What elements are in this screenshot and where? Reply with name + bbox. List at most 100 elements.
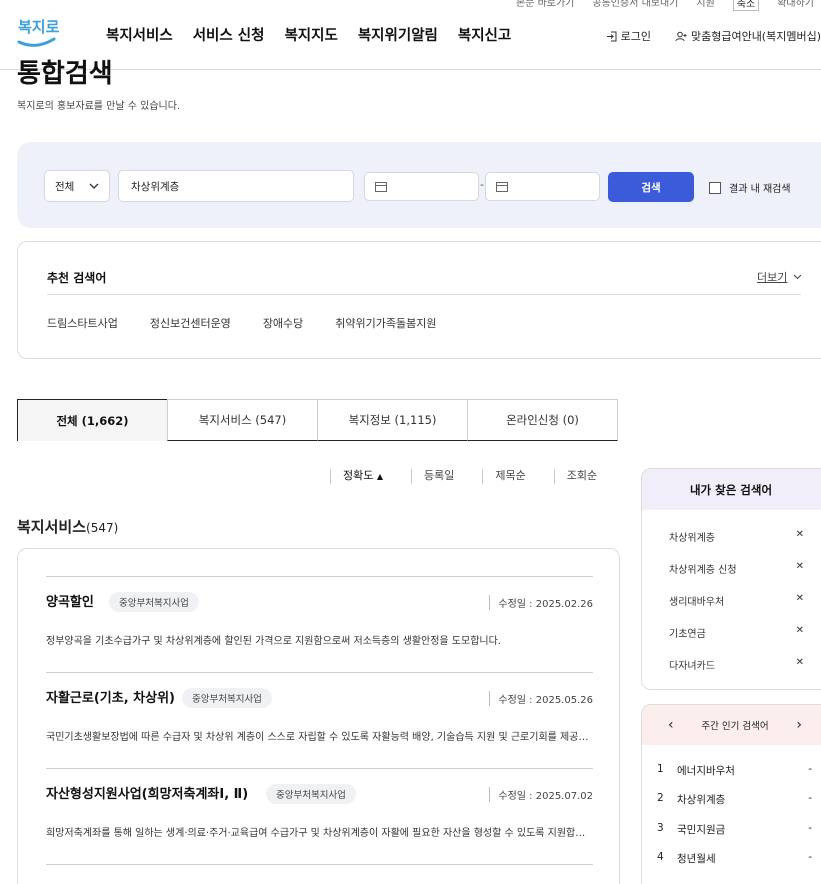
search-input[interactable]: 차상위계층	[118, 170, 354, 202]
header-right: 로그인 맞춤형급여안내(복지멤버십)	[606, 28, 821, 44]
recommended-tag[interactable]: 드림스타트사업	[47, 315, 118, 331]
my-search-term[interactable]: 생리대바우처	[669, 593, 724, 608]
my-searches-title: 내가 찾은 검색어	[642, 469, 821, 510]
tab-online-apply[interactable]: 온라인신청 (0)	[467, 399, 618, 441]
recommended-tag[interactable]: 취약위기가족돌봄지원	[335, 315, 436, 331]
benefit-guide-link[interactable]: 맞춤형급여안내(복지멤버십)	[675, 28, 821, 44]
my-search-term[interactable]: 다자녀카드	[669, 657, 715, 672]
recommended-tag[interactable]: 장애수당	[263, 315, 303, 331]
result-date: 수정일 : 2025.07.02	[489, 787, 593, 802]
list-item[interactable]: 3 국민지원금 -	[657, 822, 812, 837]
recommended-title: 추천 검색어	[47, 271, 107, 285]
result-list: 양곡할인 중앙부처복지사업 수정일 : 2025.02.26 정부양곡을 기초수…	[17, 548, 620, 884]
sort-up-icon: ▲	[376, 472, 384, 481]
close-icon[interactable]: ✕	[796, 561, 804, 576]
popular-title: 주간 인기 검색어	[701, 721, 769, 732]
page-title: 통합검색	[17, 59, 113, 89]
popular-searches-panel: ‹ 주간 인기 검색어 › 1 에너지바우처 - 2 차상위계층 - 3 국민지원금 - 4…	[641, 704, 821, 884]
chevron-right-icon[interactable]: ›	[796, 717, 802, 733]
more-button[interactable]: 더보기	[757, 269, 802, 285]
section-title-text: 복지서비스	[17, 518, 87, 536]
my-search-term[interactable]: 차상위계층 신청	[669, 561, 737, 576]
sort-title[interactable]: 제목순	[482, 469, 553, 484]
support-link[interactable]: 지원	[696, 0, 714, 11]
list-item: 기초연금 ✕	[669, 625, 804, 640]
recommended-tag[interactable]: 정신보건센터운영	[150, 315, 231, 331]
login-link[interactable]: 로그인	[606, 28, 651, 44]
list-item[interactable]: 1 에너지바우처 -	[657, 763, 812, 778]
login-label: 로그인	[620, 30, 651, 43]
rank: 1	[657, 763, 664, 775]
research-checkbox[interactable]	[709, 181, 721, 194]
result-description: 정부양곡을 기초수급가구 및 차상위계층에 할인된 가격으로 지원함으로써 저소…	[46, 636, 501, 647]
zoom-in-button[interactable]: 확대하기	[777, 0, 814, 11]
utility-links: 본문 바로가기 공통인증서 내보내기 지원 축소 확대하기	[516, 0, 814, 11]
category-value: 전체	[55, 180, 75, 193]
category-badge: 중앙부처복지사업	[109, 592, 199, 612]
list-item: 자산형성지원사업(희망저축계좌Ⅰ, Ⅱ) 중앙부처복지사업 수정일 : 2025…	[46, 768, 593, 864]
start-date-field[interactable]	[364, 172, 479, 201]
result-title[interactable]: 자산형성지원사업(희망저축계좌Ⅰ, Ⅱ)	[46, 783, 248, 802]
list-item: 생리대바우처 ✕	[669, 593, 804, 608]
list-item: 자활근로(기초, 차상위) 중앙부처복지사업 수정일 : 2025.05.26 …	[46, 672, 593, 768]
rank-change: -	[808, 822, 812, 834]
calendar-icon	[375, 182, 387, 192]
end-date-field[interactable]	[485, 172, 600, 201]
list-item[interactable]: 2 차상위계층 -	[657, 792, 812, 807]
close-icon[interactable]: ✕	[796, 625, 804, 640]
list-item: 차상위계층 ✕	[669, 529, 804, 544]
sort-date[interactable]: 등록일	[411, 469, 482, 484]
category-select[interactable]: 전체	[44, 170, 110, 202]
list-item[interactable]: 4 청년월세 -	[657, 851, 812, 866]
chevron-down-icon	[794, 274, 802, 280]
search-button[interactable]: 검색	[608, 172, 694, 202]
result-title[interactable]: 양곡할인	[46, 591, 94, 610]
result-tabs: 전체 (1,662) 복지서비스 (547) 복지정보 (1,115) 온라인신…	[17, 399, 618, 441]
recommended-tag-list: 드림스타트사업 정신보건센터운영 장애수당 취약위기가족돌봄지원	[47, 315, 437, 331]
login-icon	[606, 31, 617, 41]
skip-link[interactable]: 본문 바로가기	[516, 0, 574, 11]
date-separator: -	[480, 178, 484, 191]
tab-all[interactable]: 전체 (1,662)	[17, 399, 168, 441]
list-item: 양곡할인 중앙부처복지사업 수정일 : 2025.02.26 정부양곡을 기초수…	[46, 576, 593, 672]
rank: 2	[657, 792, 664, 804]
category-badge: 중앙부처복지사업	[266, 784, 356, 804]
cert-export-link[interactable]: 공통인증서 내보내기	[592, 0, 678, 11]
category-badge: 중앙부처복지사업	[182, 688, 272, 708]
nav-welfare-service[interactable]: 복지서비스	[106, 24, 173, 45]
result-title[interactable]: 자활근로(기초, 차상위)	[46, 687, 175, 706]
recommended-keywords: 추천 검색어 더보기 드림스타트사업 정신보건센터운영 장애수당 취약위기가족돌…	[17, 241, 821, 359]
result-description: 국민기초생활보장법에 따른 수급자 및 차상위 계층이 스스로 자립할 수 있도…	[46, 732, 593, 743]
result-description: 희망저축계좌를 통해 일하는 생계·의료·주거·교육급여 수급가구 및 차상위계…	[46, 828, 593, 839]
section-title: 복지서비스(547)	[17, 516, 118, 537]
tab-welfare-service[interactable]: 복지서비스 (547)	[167, 399, 318, 441]
zoom-out-button[interactable]: 축소	[732, 0, 760, 11]
my-search-term[interactable]: 기초연금	[669, 625, 706, 640]
rank: 4	[657, 851, 664, 863]
rank-change: -	[808, 763, 812, 775]
sort-accuracy[interactable]: 정확도 ▲	[330, 469, 411, 484]
more-label: 더보기	[757, 271, 788, 284]
close-icon[interactable]: ✕	[796, 593, 804, 608]
search-panel: 전체 차상위계층 - 검색 결과 내 재검색	[17, 142, 821, 228]
my-searches-panel: 내가 찾은 검색어 차상위계층 ✕ 차상위계층 신청 ✕ 생리대바우처 ✕ 기초연금 ✕…	[641, 468, 821, 690]
main-nav: 복지서비스 서비스 신청 복지지도 복지위기알림 복지신고	[106, 24, 511, 45]
close-icon[interactable]: ✕	[796, 657, 804, 672]
nav-crisis-alert[interactable]: 복지위기알림	[358, 24, 438, 45]
sort-options: 정확도 ▲ 등록일 제목순 조회순	[330, 469, 625, 484]
sort-views[interactable]: 조회순	[553, 469, 625, 484]
close-icon[interactable]: ✕	[796, 529, 804, 544]
my-search-term[interactable]: 차상위계층	[669, 529, 715, 544]
list-item: 다자녀카드 ✕	[669, 657, 804, 672]
calendar-icon	[496, 182, 508, 192]
rank-change: -	[808, 792, 812, 804]
popular-term: 차상위계층	[677, 794, 726, 806]
nav-service-apply[interactable]: 서비스 신청	[193, 24, 265, 45]
rank: 3	[657, 822, 664, 834]
nav-welfare-map[interactable]: 복지지도	[284, 24, 337, 45]
nav-welfare-report[interactable]: 복지신고	[458, 24, 511, 45]
research-in-results[interactable]: 결과 내 재검색	[709, 180, 791, 195]
tab-welfare-info[interactable]: 복지정보 (1,115)	[317, 399, 468, 441]
site-logo[interactable]: 복지로	[16, 6, 60, 50]
chevron-left-icon[interactable]: ‹	[668, 717, 674, 733]
